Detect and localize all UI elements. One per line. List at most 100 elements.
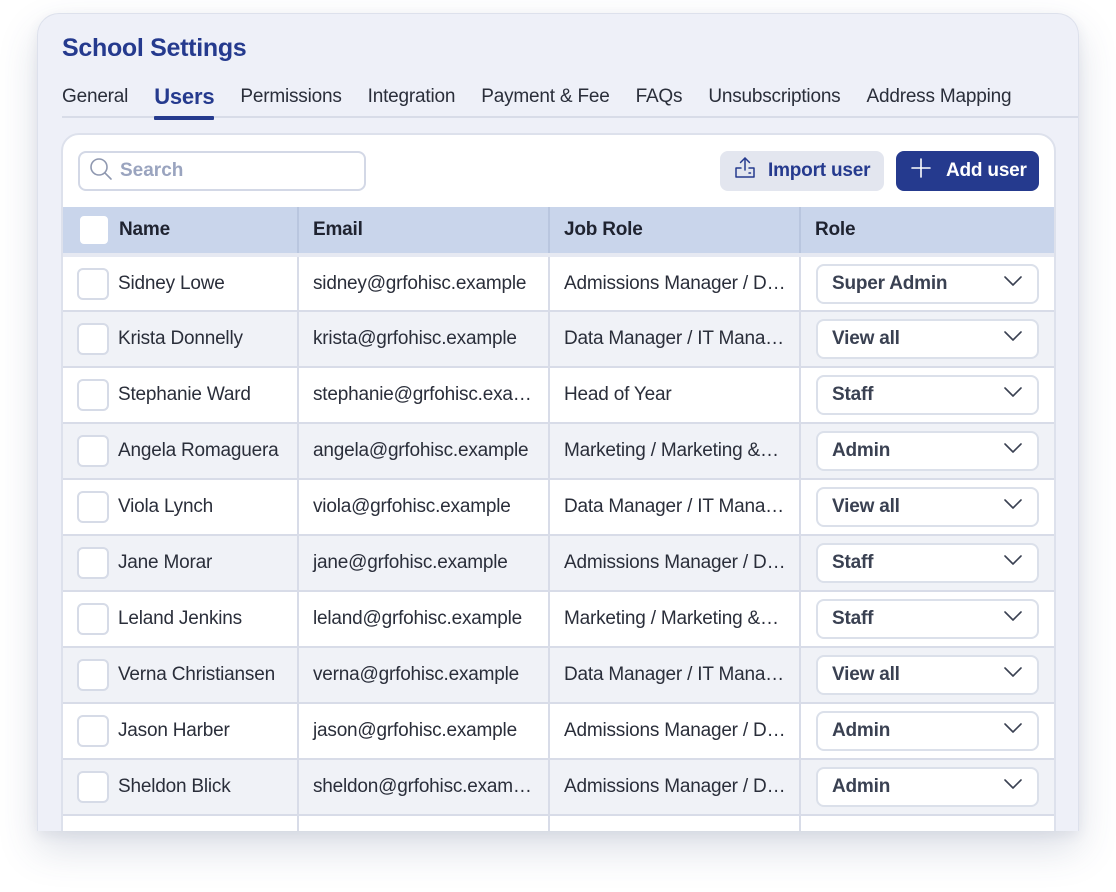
job-role-cell: Admissions Manager / D… — [549, 255, 801, 311]
add-user-label: Add user — [946, 160, 1027, 181]
email-cell: jane@grfohisc.example — [298, 535, 550, 591]
role-dropdown[interactable]: Admin — [816, 431, 1039, 471]
import-user-button[interactable]: Import user — [720, 151, 884, 191]
role-value: Admin — [832, 720, 891, 741]
row-checkbox[interactable] — [77, 603, 109, 635]
tab-permissions[interactable]: Permissions — [240, 84, 341, 118]
role-dropdown[interactable]: Admin — [816, 767, 1039, 807]
user-name: Viola Lynch — [118, 496, 213, 517]
row-checkbox[interactable] — [77, 771, 109, 803]
role-value: Admin — [832, 776, 891, 797]
user-name: Sidney Lowe — [118, 272, 225, 294]
chevron-down-icon — [1001, 772, 1025, 802]
role-dropdown[interactable]: Staff — [816, 599, 1039, 639]
job-role-cell: Admissions Manager / D… — [549, 703, 801, 759]
row-checkbox[interactable] — [77, 323, 109, 355]
tab-general[interactable]: General — [62, 84, 128, 118]
users-toolbar: Import user Add user — [63, 135, 1054, 207]
chevron-down-icon — [1001, 380, 1025, 410]
add-user-button[interactable]: Add user — [896, 151, 1039, 191]
users-card: Import user Add user — [61, 133, 1056, 831]
chevron-down-icon — [1001, 548, 1025, 578]
user-name: Verna Christiansen — [118, 664, 275, 685]
import-user-label: Import user — [768, 160, 871, 181]
role-value: View all — [832, 328, 900, 349]
role-dropdown[interactable]: Admin — [816, 711, 1039, 751]
tab-address-mapping[interactable]: Address Mapping — [866, 84, 1011, 118]
tab-faqs[interactable]: FAQs — [636, 84, 683, 118]
select-all-checkbox[interactable] — [78, 214, 110, 246]
role-cell: Super Admin — [800, 255, 1054, 311]
email-cell: sheldon@grfohisc.exam… — [298, 759, 550, 815]
tab-unsubscriptions[interactable]: Unsubscriptions — [708, 84, 840, 118]
role-value: Admin — [832, 440, 891, 461]
user-name: Krista Donnelly — [118, 328, 243, 349]
empty-cell — [63, 815, 299, 831]
column-header-email[interactable]: Email — [298, 207, 550, 255]
table-row: Sheldon Blick sheldon@grfohisc.exam… Adm… — [63, 759, 1054, 815]
row-checkbox[interactable] — [77, 659, 109, 691]
tab-integration[interactable]: Integration — [368, 84, 456, 118]
chevron-down-icon — [1001, 660, 1025, 690]
row-checkbox[interactable] — [77, 379, 109, 411]
name-cell: Stephanie Ward — [63, 367, 299, 423]
name-cell: Verna Christiansen — [63, 647, 299, 703]
role-value: View all — [832, 496, 900, 517]
tab-users[interactable]: Users — [154, 84, 215, 120]
role-cell: Staff — [800, 535, 1054, 591]
role-cell: View all — [800, 479, 1054, 535]
role-cell: View all — [800, 311, 1054, 367]
job-role-cell: Admissions Manager / D… — [549, 535, 801, 591]
job-role-cell: Admissions Manager / D… — [549, 759, 801, 815]
user-name: Angela Romaguera — [118, 440, 279, 461]
name-cell: Jason Harber — [63, 703, 299, 759]
table-row: Leland Jenkins leland@grfohisc.example M… — [63, 591, 1054, 647]
table-row: Jane Morar jane@grfohisc.example Admissi… — [63, 535, 1054, 591]
name-cell: Sheldon Blick — [63, 759, 299, 815]
email-cell: leland@grfohisc.example — [298, 591, 550, 647]
column-header-job-role[interactable]: Job Role — [549, 207, 801, 255]
job-role-cell: Data Manager / IT Mana… — [549, 479, 801, 535]
user-name: Jason Harber — [118, 720, 230, 741]
table-header-row: Name Email Job Role Role — [63, 207, 1054, 255]
name-cell: Viola Lynch — [63, 479, 299, 535]
upload-icon — [732, 155, 768, 187]
chevron-down-icon — [1001, 492, 1025, 522]
row-checkbox[interactable] — [77, 715, 109, 747]
chevron-down-icon — [1001, 324, 1025, 354]
email-cell: angela@grfohisc.example — [298, 423, 550, 479]
job-role-cell: Head of Year — [549, 367, 801, 423]
tab-payment-fee[interactable]: Payment & Fee — [481, 84, 610, 118]
table-row: Angela Romaguera angela@grfohisc.example… — [63, 423, 1054, 479]
role-dropdown[interactable]: Staff — [816, 543, 1039, 583]
row-checkbox[interactable] — [77, 267, 109, 300]
job-role-cell: Marketing / Marketing &… — [549, 591, 801, 647]
table-row: Sidney Lowe sidney@grfohisc.example Admi… — [63, 255, 1054, 311]
search-box[interactable] — [78, 151, 366, 191]
job-role-cell: Data Manager / IT Mana… — [549, 647, 801, 703]
table-row: Stephanie Ward stephanie@grfohisc.exa… H… — [63, 367, 1054, 423]
table-row: Viola Lynch viola@grfohisc.example Data … — [63, 479, 1054, 535]
role-dropdown[interactable]: View all — [816, 655, 1039, 695]
name-cell: Sidney Lowe — [63, 255, 299, 311]
role-dropdown[interactable]: View all — [816, 319, 1039, 359]
row-checkbox[interactable] — [77, 547, 109, 579]
row-checkbox[interactable] — [77, 435, 109, 467]
empty-cell — [549, 815, 801, 831]
chevron-down-icon — [1001, 269, 1025, 299]
email-cell: sidney@grfohisc.example — [298, 255, 550, 311]
user-name: Jane Morar — [118, 552, 213, 573]
job-role-cell: Data Manager / IT Mana… — [549, 311, 801, 367]
role-cell: View all — [800, 647, 1054, 703]
role-dropdown[interactable]: View all — [816, 487, 1039, 527]
user-name: Leland Jenkins — [118, 608, 242, 629]
name-cell: Leland Jenkins — [63, 591, 299, 647]
role-dropdown[interactable]: Staff — [816, 375, 1039, 415]
table-row-partial — [63, 815, 1054, 831]
column-header-role[interactable]: Role — [800, 207, 1054, 255]
role-dropdown[interactable]: Super Admin — [816, 263, 1039, 304]
table-row: Krista Donnelly krista@grfohisc.example … — [63, 311, 1054, 367]
role-value: View all — [832, 664, 900, 685]
row-checkbox[interactable] — [77, 491, 109, 523]
search-input[interactable] — [120, 160, 350, 182]
